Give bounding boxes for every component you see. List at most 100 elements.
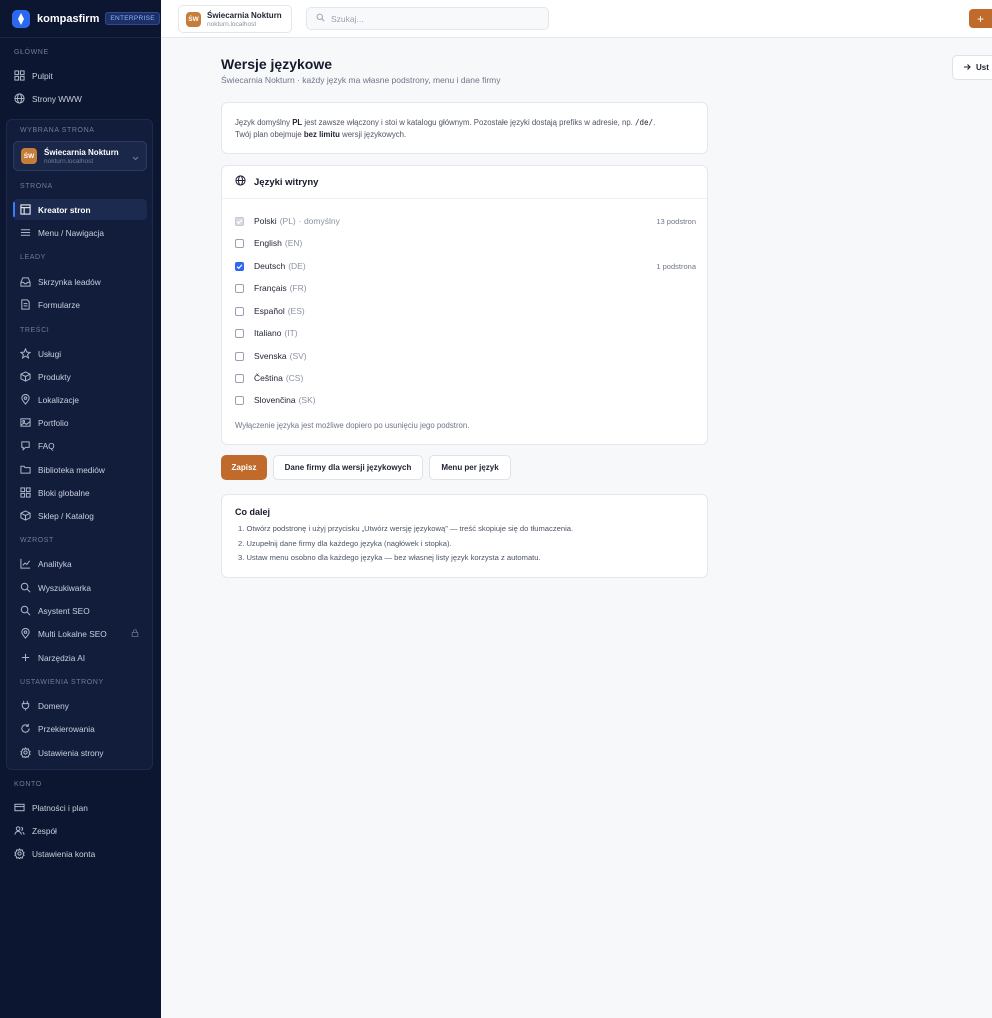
nav-label: Kreator stron	[38, 204, 91, 215]
nav-item-lead-inbox[interactable]: Skrzynka leadów	[13, 271, 147, 292]
nav-label: Biblioteka mediów	[38, 464, 105, 475]
lock-icon	[131, 629, 139, 637]
sparkle-icon	[20, 652, 31, 663]
nav-item-websites[interactable]: Strony WWW	[7, 88, 146, 109]
nav-item-team[interactable]: Zespół	[7, 820, 146, 841]
language-checkbox[interactable]	[235, 328, 244, 338]
list-item: 3. Ustaw menu osobno dla każdego języka …	[238, 553, 541, 562]
nav-label: Portfolio	[38, 417, 69, 428]
info-card: Język domyślny PL jest zawsze włączony i…	[221, 102, 708, 154]
prefix-example: /de/	[635, 118, 654, 127]
language-code: (SV)	[289, 351, 307, 361]
language-row-sv[interactable]: Svenska (SV)	[235, 348, 696, 364]
language-name: Svenska	[254, 351, 287, 361]
globe-icon	[14, 93, 25, 104]
language-row-fr[interactable]: Français (FR)	[235, 280, 696, 296]
nav-item-seo-assistant[interactable]: Asystent SEO	[13, 600, 147, 621]
languages-card-header: Języki witryny	[222, 166, 707, 199]
nav-item-services[interactable]: Usługi	[13, 343, 147, 364]
site-avatar: ŚW	[186, 11, 201, 27]
nav-item-faq[interactable]: FAQ	[13, 435, 147, 456]
search-input[interactable]: Szukaj...	[306, 7, 549, 30]
nav-item-ai-tools[interactable]: Narzędzia AI	[13, 647, 147, 668]
language-code: (ES)	[287, 306, 305, 316]
language-row-cs[interactable]: Čeština (CS)	[235, 370, 696, 386]
nav-label: Lokalizacje	[38, 394, 80, 405]
default-language-code: PL	[292, 118, 303, 127]
nav-label: Usługi	[38, 348, 62, 359]
section-label-main: GŁÓWNE	[14, 49, 49, 56]
nav-item-site-settings[interactable]: Ustawienia strony	[13, 742, 147, 763]
add-button[interactable]: +	[969, 9, 992, 28]
nav-item-products[interactable]: Produkty	[13, 366, 147, 387]
language-row-es[interactable]: Español (ES)	[235, 303, 696, 319]
language-checkbox[interactable]	[235, 261, 244, 271]
language-name: English	[254, 238, 282, 248]
search-icon	[20, 582, 31, 593]
language-checkbox[interactable]	[235, 283, 244, 293]
language-row-sk[interactable]: Slovenčina (SK)	[235, 392, 696, 408]
language-checkbox[interactable]	[235, 238, 244, 248]
language-checkbox[interactable]	[235, 395, 244, 405]
nav-item-page-builder[interactable]: Kreator stron	[12, 199, 147, 220]
nav-item-menu[interactable]: Menu / Nawigacja	[13, 222, 147, 243]
site-name: Świecarnia Nokturn	[207, 10, 282, 20]
nav-item-account-settings[interactable]: Ustawienia konta	[7, 843, 146, 864]
language-name: Français	[254, 283, 287, 293]
nav-label: Produkty	[38, 371, 71, 382]
info-text: jest zawsze włączony i stoi w katalogu g…	[304, 118, 633, 127]
language-code: (EN)	[284, 238, 303, 248]
settings-button-label: Ust	[976, 63, 989, 72]
image-icon	[20, 417, 31, 428]
section-label-growth: WZROST	[20, 537, 54, 544]
language-checkbox[interactable]	[235, 373, 244, 383]
language-checkbox[interactable]	[235, 351, 244, 361]
nav-label: Domeny	[38, 700, 69, 711]
brand[interactable]: kompasfirm ENTERPRISE	[0, 0, 161, 38]
company-data-button[interactable]: Dane firmy dla wersji językowych	[273, 455, 423, 480]
page-count: 1 podstrona	[656, 261, 696, 271]
nav-item-multi-local-seo[interactable]: Multi Lokalne SEO	[13, 623, 147, 644]
nav-item-portfolio[interactable]: Portfolio	[13, 412, 147, 433]
gear-icon	[20, 747, 31, 758]
language-checkbox[interactable]	[235, 306, 244, 316]
nav-item-media-library[interactable]: Biblioteka mediów	[13, 459, 147, 480]
section-label-leads: LEADY	[20, 254, 46, 261]
language-checkbox[interactable]	[235, 216, 244, 226]
nav-item-global-blocks[interactable]: Bloki globalne	[13, 482, 147, 503]
nav-item-forms[interactable]: Formularze	[13, 294, 147, 315]
nav-item-redirects[interactable]: Przekierowania	[13, 718, 147, 739]
pin-icon	[20, 628, 31, 639]
language-row-pl[interactable]: Polski (PL) · domyślny 13 podstron	[235, 213, 696, 229]
next-steps-title: Co dalej	[235, 507, 271, 517]
language-row-en[interactable]: English (EN)	[235, 235, 696, 251]
site-selector[interactable]: ŚW Świecarnia Nokturn nokturn.localhost	[13, 141, 147, 171]
settings-button[interactable]: Ust	[952, 55, 992, 80]
brand-name: kompasfirm	[37, 12, 100, 25]
languages-title: Języki witryny	[254, 176, 319, 188]
nav-item-shop[interactable]: Sklep / Katalog	[13, 505, 147, 526]
nav-item-analytics[interactable]: Analityka	[13, 553, 147, 574]
plug-icon	[20, 700, 31, 711]
box-icon	[20, 371, 31, 382]
nav-label: Ustawienia strony	[38, 747, 104, 758]
site-switcher[interactable]: ŚW Świecarnia Nokturn nokturn.localhost	[178, 5, 292, 33]
save-button[interactable]: Zapisz	[221, 455, 267, 480]
language-name: Español	[254, 306, 285, 316]
nav-item-domains[interactable]: Domeny	[13, 695, 147, 716]
nav-item-locations[interactable]: Lokalizacje	[13, 389, 147, 410]
language-name: Polski	[254, 216, 277, 226]
chevron-down-icon	[132, 153, 139, 163]
language-row-de[interactable]: Deutsch (DE) 1 podstrona	[235, 258, 696, 274]
language-row-it[interactable]: Italiano (IT)	[235, 325, 696, 341]
menu-per-language-button[interactable]: Menu per język	[429, 455, 511, 480]
shop-icon	[20, 510, 31, 521]
nav-item-dashboard[interactable]: Pulpit	[7, 65, 146, 86]
nav-item-search-engine[interactable]: Wyszukiwarka	[13, 577, 147, 598]
nav-label: Strony WWW	[32, 93, 82, 104]
nav-label: Sklep / Katalog	[38, 510, 94, 521]
language-name: Slovenčina	[254, 395, 296, 405]
site-domain: nokturn.localhost	[44, 157, 94, 165]
nav-item-billing[interactable]: Płatności i plan	[7, 797, 146, 818]
blocks-icon	[20, 487, 31, 498]
